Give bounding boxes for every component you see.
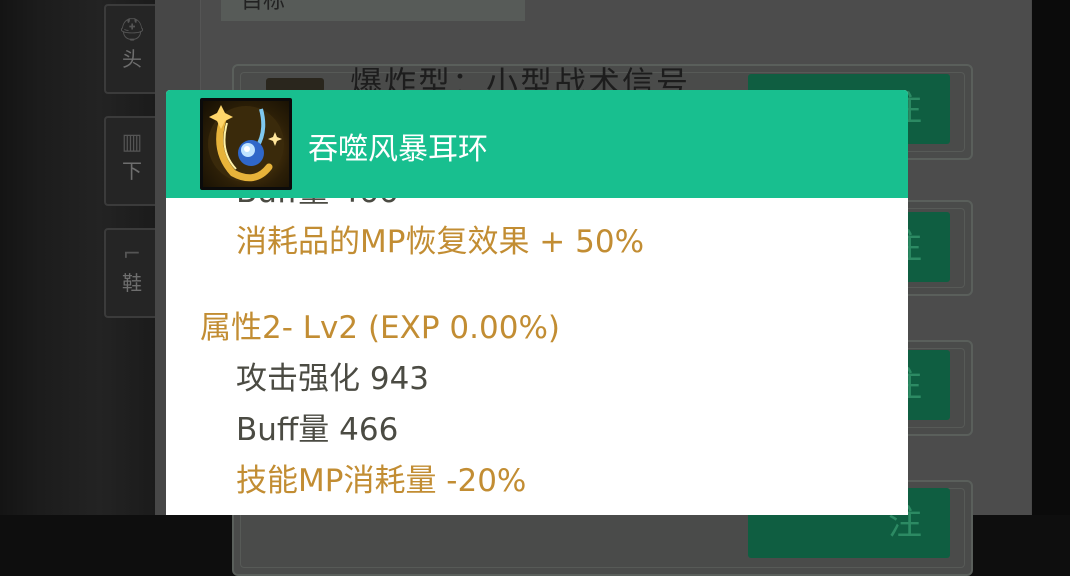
property-effect: 消耗品的MP恢复效果 + 50% (236, 224, 645, 260)
stat-line: Buff量 466 (236, 412, 399, 448)
tooltip-body[interactable]: Buff量 466 消耗品的MP恢复效果 + 50% 属性2- Lv2 (EXP… (166, 198, 908, 515)
pants-icon: ▥ (121, 130, 143, 155)
item-name: 吞噬风暴耳环 (308, 132, 488, 167)
equip-slot-shoes[interactable]: ⌐ 鞋 (104, 228, 160, 318)
equip-slot-label: 下 (122, 159, 142, 183)
property-header: 属性2- Lv2 (EXP 0.00%) (200, 310, 560, 346)
item-tooltip: 吞噬风暴耳环 Buff量 466 消耗品的MP恢复效果 + 50% 属性2- L… (166, 90, 908, 515)
earring-item-icon (200, 98, 292, 190)
tooltip-header: 吞噬风暴耳环 (166, 90, 908, 198)
edge-bar (1032, 0, 1070, 515)
boot-icon: ⌐ (122, 242, 142, 267)
helmet-icon: ⛑ (118, 18, 146, 43)
equip-slot-label: 鞋 (122, 271, 142, 295)
equip-slot-label: 头 (122, 47, 142, 71)
equip-slot-head[interactable]: ⛑ 头 (104, 4, 160, 94)
equip-slot-lower[interactable]: ▥ 下 (104, 116, 160, 206)
stat-line: 攻击强化 943 (236, 361, 430, 397)
stat-line: Buff量 466 (236, 198, 398, 211)
property-effect: 技能MP消耗量 -20% (236, 463, 527, 499)
panel-header: 目标 (221, 0, 525, 21)
